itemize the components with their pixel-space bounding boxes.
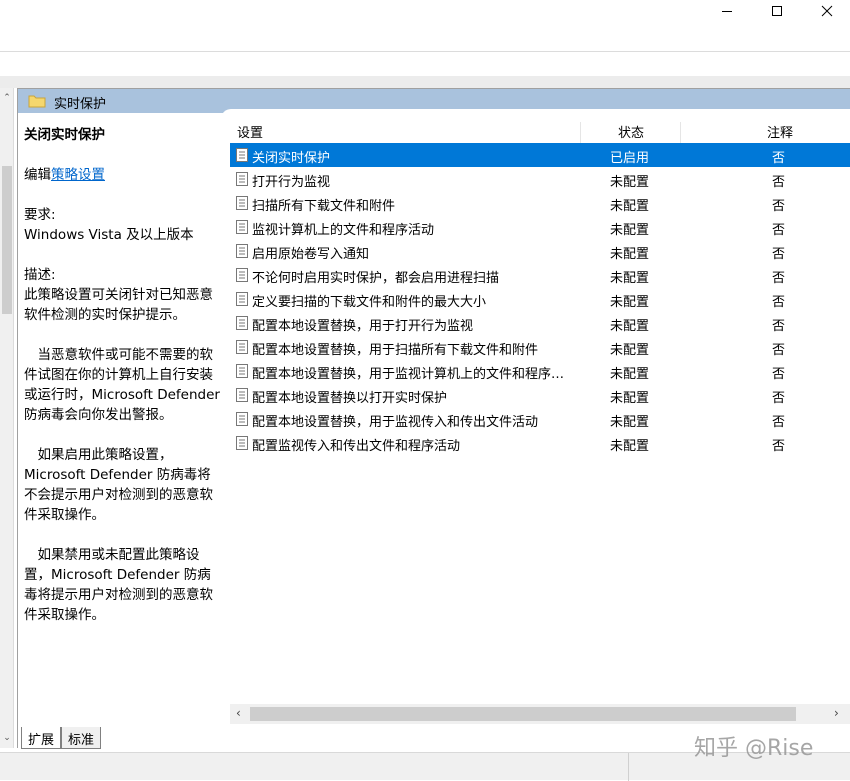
table-row[interactable]: 不论何时启用实时保护，都会启用进程扫描 未配置 否: [230, 263, 850, 287]
setting-state: 未配置: [610, 343, 650, 358]
setting-name: 配置监视传入和传出文件和程序活动: [252, 439, 461, 454]
setting-name: 不论何时启用实时保护，都会启用进程扫描: [252, 271, 500, 286]
policy-setting-icon: [236, 412, 248, 426]
setting-name: 打开行为监视: [252, 175, 331, 190]
table-row[interactable]: 配置本地设置替换以打开实时保护 未配置 否: [230, 383, 850, 407]
close-button[interactable]: [802, 0, 850, 22]
table-row[interactable]: 配置监视传入和传出文件和程序活动 未配置 否: [230, 431, 850, 455]
maximize-button[interactable]: [752, 0, 802, 22]
setting-name: 监视计算机上的文件和程序活动: [252, 223, 435, 238]
minimize-icon: [722, 11, 732, 12]
list-area: 设置 状态 注释 关闭实时保护 已启用否打开行为监视 未配置否扫描所有下载文件和附件…: [17, 88, 850, 748]
policy-list: 关闭实时保护 已启用否打开行为监视 未配置否扫描所有下载文件和附件 未配置否监视计算机…: [230, 143, 850, 455]
horizontal-scrollbar[interactable]: ‹ ›: [230, 704, 850, 724]
setting-state: 未配置: [610, 415, 650, 430]
setting-note: 否: [772, 271, 786, 286]
minimize-button[interactable]: [702, 0, 752, 22]
table-row[interactable]: 打开行为监视 未配置 否: [230, 167, 850, 191]
setting-state: 未配置: [610, 367, 650, 382]
setting-name: 启用原始卷写入通知: [252, 247, 370, 262]
policy-setting-icon: [236, 340, 248, 354]
setting-note: 否: [772, 415, 786, 430]
table-row[interactable]: 定义要扫描的下载文件和附件的最大大小 未配置 否: [230, 287, 850, 311]
setting-note: 否: [772, 391, 786, 406]
setting-note: 否: [772, 223, 786, 238]
setting-note: 否: [772, 343, 786, 358]
setting-name: 关闭实时保护: [252, 151, 331, 166]
setting-note: 否: [772, 319, 786, 334]
setting-note: 否: [772, 439, 786, 454]
maximize-icon: [772, 6, 782, 16]
tab-standard[interactable]: 标准: [61, 727, 102, 749]
table-row[interactable]: 关闭实时保护 已启用 否: [230, 143, 850, 167]
setting-state: 未配置: [610, 175, 650, 190]
scroll-right-icon[interactable]: ›: [834, 706, 839, 720]
table-row[interactable]: 扫描所有下载文件和附件 未配置 否: [230, 191, 850, 215]
table-row[interactable]: 配置本地设置替换，用于扫描所有下载文件和附件 未配置 否: [230, 335, 850, 359]
title-bar: [0, 0, 850, 52]
setting-note: 否: [772, 199, 786, 214]
table-row[interactable]: 配置本地设置替换，用于打开行为监视 未配置 否: [230, 311, 850, 335]
tree-scrollbar[interactable]: ⌃ ⌄: [0, 88, 14, 748]
policy-setting-icon: [236, 268, 248, 282]
policy-setting-icon: [236, 436, 248, 450]
setting-state: 未配置: [610, 271, 650, 286]
setting-name: 扫描所有下载文件和附件: [252, 199, 396, 214]
policy-setting-icon: [236, 364, 248, 378]
toolbar-area: [0, 52, 850, 76]
scroll-up-icon[interactable]: ⌃: [0, 90, 14, 106]
view-tabs: 扩展 标准: [17, 727, 217, 751]
setting-note: 否: [772, 151, 786, 166]
setting-state: 未配置: [610, 295, 650, 310]
table-row[interactable]: 配置本地设置替换，用于监视传入和传出文件活动 未配置 否: [230, 407, 850, 431]
policy-setting-icon: [236, 148, 248, 162]
policy-setting-icon: [236, 316, 248, 330]
setting-state: 未配置: [610, 223, 650, 238]
table-row[interactable]: 启用原始卷写入通知 未配置 否: [230, 239, 850, 263]
hscrollbar-thumb[interactable]: [250, 707, 796, 721]
setting-name: 配置本地设置替换，用于打开行为监视: [252, 319, 474, 334]
close-icon: [821, 5, 833, 17]
watermark: 知乎 @Rise: [694, 736, 814, 761]
setting-name: 定义要扫描的下载文件和附件的最大大小: [252, 295, 487, 310]
scroll-down-icon[interactable]: ⌄: [0, 730, 14, 746]
setting-note: 否: [772, 367, 786, 382]
policy-setting-icon: [236, 196, 248, 210]
table-row[interactable]: 监视计算机上的文件和程序活动 未配置 否: [230, 215, 850, 239]
setting-state: 未配置: [610, 247, 650, 262]
column-header-note[interactable]: 注释: [767, 122, 793, 141]
column-header-state[interactable]: 状态: [618, 122, 644, 141]
setting-name: 配置本地设置替换，用于监视计算机上的文件和程序活动: [252, 367, 570, 382]
setting-note: 否: [772, 295, 786, 310]
table-header: 设置 状态 注释: [230, 118, 850, 144]
setting-state: 未配置: [610, 199, 650, 214]
policy-setting-icon: [236, 244, 248, 258]
setting-state: 未配置: [610, 439, 650, 454]
table-row[interactable]: 配置本地设置替换，用于监视计算机上的文件和程序活动 未配置 否: [230, 359, 850, 383]
setting-name: 配置本地设置替换，用于扫描所有下载文件和附件: [252, 343, 539, 358]
column-header-setting[interactable]: 设置: [237, 122, 263, 141]
setting-note: 否: [772, 175, 786, 190]
setting-note: 否: [772, 247, 786, 262]
policy-setting-icon: [236, 220, 248, 234]
setting-state: 已启用: [610, 151, 650, 166]
setting-name: 配置本地设置替换以打开实时保护: [252, 391, 448, 406]
setting-state: 未配置: [610, 391, 650, 406]
toolbar-separator: [0, 76, 850, 88]
scrollbar-thumb[interactable]: [2, 166, 12, 314]
policy-setting-icon: [236, 172, 248, 186]
setting-state: 未配置: [610, 319, 650, 334]
scroll-left-icon[interactable]: ‹: [236, 706, 241, 720]
setting-name: 配置本地设置替换，用于监视传入和传出文件活动: [252, 415, 539, 430]
policy-setting-icon: [236, 292, 248, 306]
tab-extended[interactable]: 扩展: [21, 727, 62, 749]
policy-setting-icon: [236, 388, 248, 402]
